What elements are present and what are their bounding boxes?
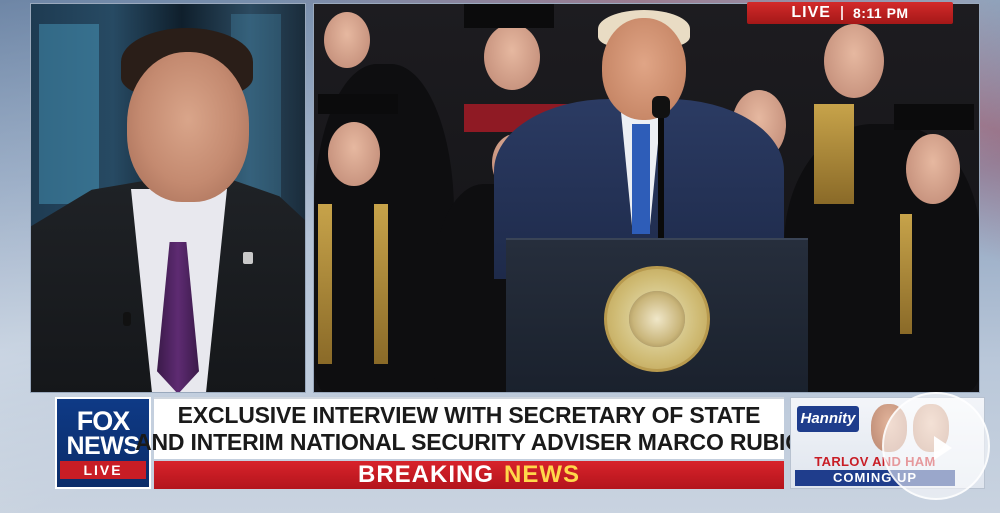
- news-word: NEWS: [504, 461, 580, 488]
- live-time: 8:11 PM: [852, 5, 909, 21]
- play-icon: [934, 436, 952, 460]
- podium-microphone-stand: [658, 102, 664, 242]
- headline-box: EXCLUSIVE INTERVIEW WITH SECRETARY OF ST…: [135, 397, 803, 459]
- breaking-word: BREAKING: [357, 461, 494, 488]
- right-video-panel: [313, 3, 980, 393]
- speaker-tie: [632, 124, 650, 234]
- presidential-seal: [604, 266, 710, 372]
- lapel-mic: [123, 312, 131, 326]
- play-button[interactable]: [882, 392, 990, 500]
- left-video-panel: [30, 3, 306, 393]
- logo-fox: FOX: [76, 405, 131, 436]
- headline-line-2: AND INTERIM NATIONAL SECURITY ADVISER MA…: [135, 429, 803, 455]
- podium-microphone: [652, 96, 670, 118]
- promo-show-logo: Hannity: [797, 406, 859, 432]
- logo-live: LIVE: [60, 460, 146, 479]
- breaking-news-banner: BREAKING NEWS: [154, 461, 784, 489]
- logo-news: NEWS: [66, 431, 141, 460]
- live-separator: [840, 6, 843, 20]
- speaker-face: [602, 18, 686, 120]
- interviewee-face: [127, 52, 249, 202]
- live-badge: LIVE 8:11 PM: [747, 2, 953, 24]
- headline-line-1: EXCLUSIVE INTERVIEW WITH SECRETARY OF ST…: [177, 402, 761, 428]
- live-label: LIVE: [791, 4, 831, 21]
- lapel-pin: [243, 252, 253, 264]
